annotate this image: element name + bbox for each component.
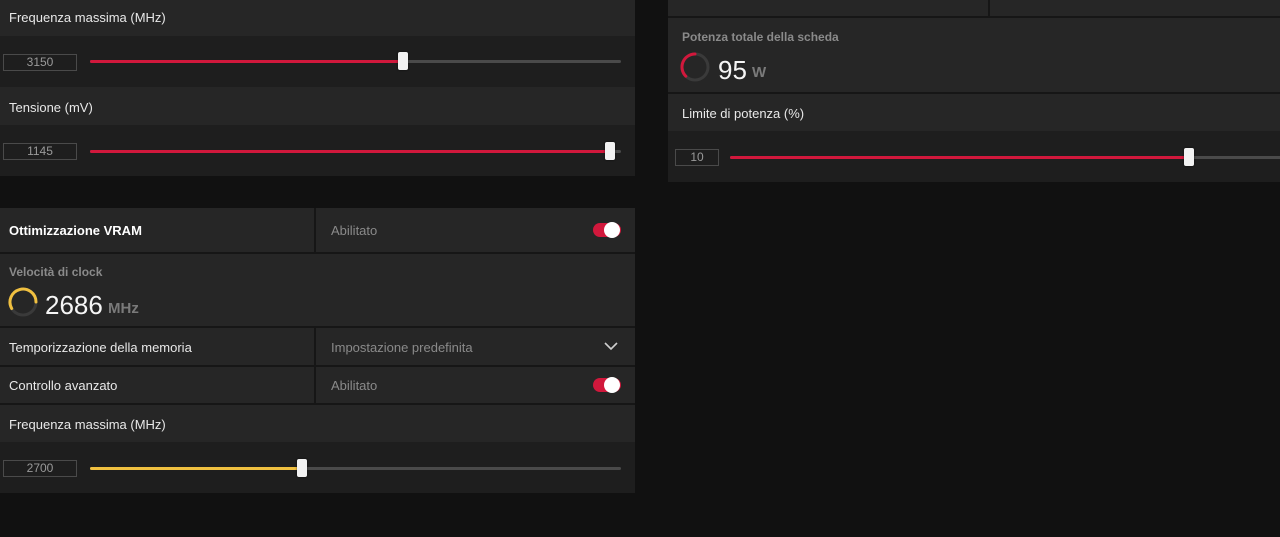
memory-timing-dropdown[interactable]: Impostazione predefinita	[331, 340, 473, 355]
voltage-slider-thumb[interactable]	[605, 142, 615, 160]
power-gauge-icon	[680, 52, 710, 82]
mem-max-freq-slider[interactable]	[90, 459, 621, 477]
clock-gauge-icon	[8, 287, 38, 317]
clock-speed-metric: Velocità di clock 2686 MHz	[0, 254, 635, 326]
board-power-value: 95	[718, 55, 747, 85]
board-power-unit: W	[752, 64, 767, 81]
mem-max-freq-header: Frequenza massima (MHz)	[0, 405, 635, 442]
max-freq-slider-fill	[90, 60, 403, 63]
power-limit-value-field[interactable]: 10	[675, 149, 719, 166]
mem-max-freq-slider-fill	[90, 467, 302, 470]
power-limit-slider-row: 10	[668, 131, 1280, 182]
advanced-control-toggle[interactable]	[593, 377, 621, 393]
divider	[314, 208, 316, 252]
vram-tuning-toggle[interactable]	[593, 222, 621, 238]
voltage-value-field[interactable]: 1145	[3, 143, 77, 160]
board-power-title: Potenza totale della scheda	[682, 30, 839, 44]
mem-max-freq-slider-row: 2700	[0, 442, 635, 493]
advanced-control-row: Controllo avanzato Abilitato	[0, 367, 635, 403]
power-limit-header: Limite di potenza (%)	[668, 94, 1280, 131]
vram-tuning-title: Ottimizzazione VRAM	[9, 223, 142, 238]
voltage-slider-row: 1145	[0, 125, 635, 176]
max-freq-slider-row: 3150	[0, 36, 635, 87]
memory-timing-row: Temporizzazione della memoria Impostazio…	[0, 328, 635, 365]
mem-max-freq-value-field[interactable]: 2700	[3, 460, 77, 477]
clock-speed-unit: MHz	[108, 300, 139, 317]
power-limit-slider[interactable]	[730, 148, 1280, 166]
divider	[314, 367, 316, 403]
power-header-cutoff	[668, 0, 1280, 16]
vram-tuning-row: Ottimizzazione VRAM Abilitato	[0, 208, 635, 252]
max-freq-label: Frequenza massima (MHz)	[9, 10, 166, 25]
max-freq-header: Frequenza massima (MHz)	[0, 0, 635, 36]
vram-tuning-status: Abilitato	[331, 223, 378, 238]
voltage-slider[interactable]	[90, 142, 621, 160]
max-freq-slider-thumb[interactable]	[398, 52, 408, 70]
board-power-metric: Potenza totale della scheda 95 W	[668, 18, 1280, 92]
mem-max-freq-slider-thumb[interactable]	[297, 459, 307, 477]
advanced-control-label: Controllo avanzato	[9, 378, 118, 393]
voltage-header: Tensione (mV)	[0, 87, 635, 125]
gpu-tuning-panel: Frequenza massima (MHz) 3150 Tensione (m…	[0, 0, 635, 176]
vram-panel: Ottimizzazione VRAM Abilitato Velocità d…	[0, 208, 635, 493]
divider	[314, 328, 316, 365]
max-freq-value-field[interactable]: 3150	[3, 54, 77, 71]
voltage-label: Tensione (mV)	[9, 100, 93, 115]
power-panel: Potenza totale della scheda 95 W Limite …	[668, 0, 1280, 182]
power-limit-label: Limite di potenza (%)	[682, 106, 805, 121]
clock-speed-value: 2686	[45, 290, 103, 320]
memory-timing-label: Temporizzazione della memoria	[9, 340, 192, 355]
advanced-control-status: Abilitato	[331, 378, 378, 393]
max-freq-slider[interactable]	[90, 52, 621, 70]
power-limit-slider-thumb[interactable]	[1184, 148, 1194, 166]
mem-max-freq-label: Frequenza massima (MHz)	[9, 417, 166, 432]
voltage-slider-fill	[90, 150, 610, 153]
divider	[988, 0, 990, 16]
clock-speed-title: Velocità di clock	[9, 265, 103, 279]
chevron-down-icon[interactable]	[604, 341, 618, 351]
power-limit-slider-fill	[730, 156, 1189, 159]
